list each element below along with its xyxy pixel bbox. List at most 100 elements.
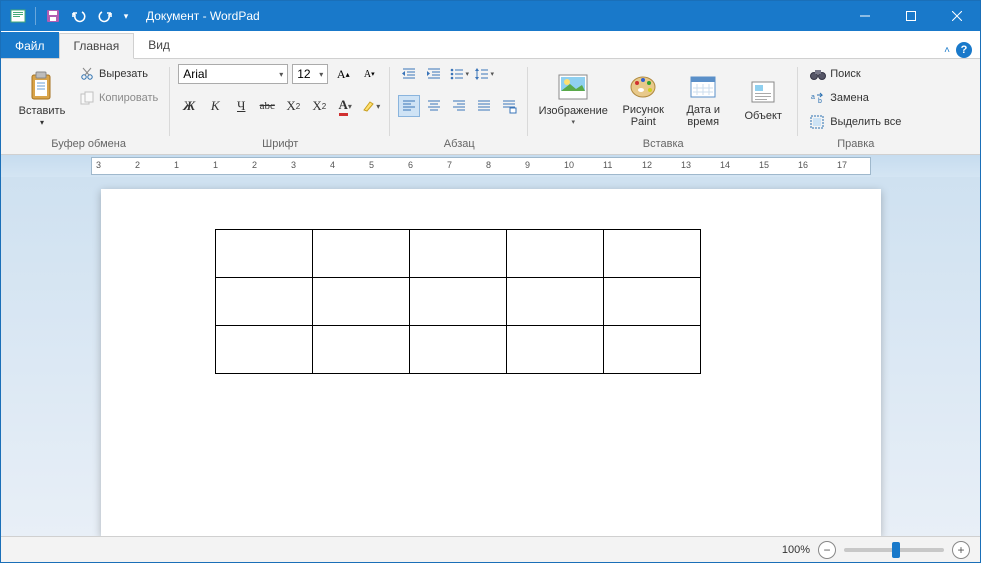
justify-button[interactable] (473, 95, 495, 117)
group-label: Шрифт (262, 135, 298, 154)
ruler-tick: 2 (135, 160, 140, 170)
table-cell[interactable] (506, 278, 603, 326)
ruler-tick: 16 (798, 160, 808, 170)
ribbon-tabs: Файл Главная Вид ˄ ? (1, 31, 980, 59)
titlebar: ▾ Документ - WordPad (1, 1, 980, 31)
horizontal-ruler[interactable]: 3211234567891011121314151617 (91, 157, 871, 175)
wordpad-window: ▾ Документ - WordPad Файл Главная Вид ˄ … (0, 0, 981, 563)
table-cell[interactable] (603, 230, 700, 278)
line-spacing-button[interactable]: ▾ (473, 63, 495, 85)
tab-view[interactable]: Вид (134, 32, 184, 58)
table-cell[interactable] (312, 278, 409, 326)
table-cell[interactable] (312, 230, 409, 278)
svg-text:b: b (818, 98, 822, 105)
find-button[interactable]: Поиск (806, 63, 905, 85)
align-right-button[interactable] (448, 95, 470, 117)
group-clipboard: Вставить ▾ Вырезать Копировать Буфер обм… (7, 63, 170, 154)
document-scroll-area[interactable] (1, 177, 980, 536)
paragraph-dialog-button[interactable] (498, 95, 520, 117)
window-controls (842, 1, 980, 31)
shrink-font-button[interactable]: A▾ (358, 63, 380, 85)
zoom-in-button[interactable]: + (952, 541, 970, 559)
ruler-tick: 10 (564, 160, 574, 170)
binoculars-icon (810, 66, 826, 82)
font-family-select[interactable]: Arial▾ (178, 64, 288, 84)
font-color-button[interactable]: A▾ (334, 95, 356, 117)
decrease-indent-button[interactable] (398, 63, 420, 85)
ruler-tick: 14 (720, 160, 730, 170)
align-center-button[interactable] (423, 95, 445, 117)
tab-home[interactable]: Главная (59, 33, 135, 59)
select-all-button[interactable]: Выделить все (806, 111, 905, 133)
strikethrough-button[interactable]: abc (256, 95, 278, 117)
ruler-tick: 8 (486, 160, 491, 170)
italic-button[interactable]: К (204, 95, 226, 117)
paste-button[interactable]: Вставить ▾ (15, 63, 69, 133)
superscript-button[interactable]: X2 (308, 95, 330, 117)
group-paragraph: ▾ ▾ Абзац (390, 63, 528, 154)
tab-file[interactable]: Файл (1, 32, 59, 58)
zoom-out-button[interactable]: − (818, 541, 836, 559)
replace-button[interactable]: ab Замена (806, 87, 905, 109)
svg-text:a: a (811, 94, 815, 101)
clipboard-icon (26, 71, 58, 103)
undo-icon[interactable] (68, 5, 90, 27)
zoom-slider[interactable] (844, 548, 944, 552)
zoom-thumb[interactable] (892, 542, 900, 558)
copy-button[interactable]: Копировать (75, 87, 162, 109)
bullet-list-button[interactable]: ▾ (448, 63, 470, 85)
collapse-ribbon-icon[interactable]: ˄ (944, 45, 950, 56)
group-editing: Поиск ab Замена Выделить все Правка (798, 63, 913, 154)
cut-button[interactable]: Вырезать (75, 63, 162, 85)
document-page[interactable] (101, 189, 881, 536)
close-button[interactable] (934, 1, 980, 31)
redo-icon[interactable] (94, 5, 116, 27)
replace-icon: ab (810, 90, 826, 106)
table-cell[interactable] (506, 326, 603, 374)
app-icon[interactable] (7, 5, 29, 27)
align-left-button[interactable] (398, 95, 420, 117)
insert-datetime-button[interactable]: Дата и время (676, 63, 730, 133)
table-cell[interactable] (215, 230, 312, 278)
table-cell[interactable] (506, 230, 603, 278)
save-icon[interactable] (42, 5, 64, 27)
increase-indent-button[interactable] (423, 63, 445, 85)
ruler-tick: 3 (96, 160, 101, 170)
ruler-tick: 12 (642, 160, 652, 170)
chevron-down-icon: ▾ (279, 70, 283, 79)
qat-customize-icon[interactable]: ▾ (120, 5, 132, 27)
group-label: Абзац (444, 135, 475, 154)
grow-font-button[interactable]: A▴ (332, 63, 354, 85)
table-cell[interactable] (409, 278, 506, 326)
quick-access-toolbar: ▾ (1, 5, 138, 27)
bold-button[interactable]: Ж (178, 95, 200, 117)
table-cell[interactable] (215, 278, 312, 326)
table-cell[interactable] (409, 326, 506, 374)
group-label: Вставка (643, 135, 684, 154)
minimize-button[interactable] (842, 1, 888, 31)
table-cell[interactable] (603, 278, 700, 326)
calendar-icon (687, 70, 719, 102)
select-all-icon (810, 114, 826, 130)
ruler-tick: 9 (525, 160, 530, 170)
table-cell[interactable] (603, 326, 700, 374)
ruler-container: 3211234567891011121314151617 (1, 155, 980, 177)
ruler-tick: 13 (681, 160, 691, 170)
help-icon[interactable]: ? (956, 42, 972, 58)
group-label: Правка (837, 135, 874, 154)
font-size-select[interactable]: 12▾ (292, 64, 328, 84)
insert-object-button[interactable]: Объект (736, 63, 790, 133)
window-title: Документ - WordPad (138, 9, 842, 23)
document-table[interactable] (215, 229, 701, 374)
ruler-tick: 3 (291, 160, 296, 170)
maximize-button[interactable] (888, 1, 934, 31)
table-cell[interactable] (215, 326, 312, 374)
highlight-button[interactable]: ▾ (360, 95, 382, 117)
table-cell[interactable] (409, 230, 506, 278)
insert-paint-button[interactable]: Рисунок Paint (616, 63, 670, 133)
ruler-tick: 1 (174, 160, 179, 170)
table-cell[interactable] (312, 326, 409, 374)
subscript-button[interactable]: X2 (282, 95, 304, 117)
underline-button[interactable]: Ч (230, 95, 252, 117)
insert-picture-button[interactable]: Изображение▾ (536, 63, 610, 133)
